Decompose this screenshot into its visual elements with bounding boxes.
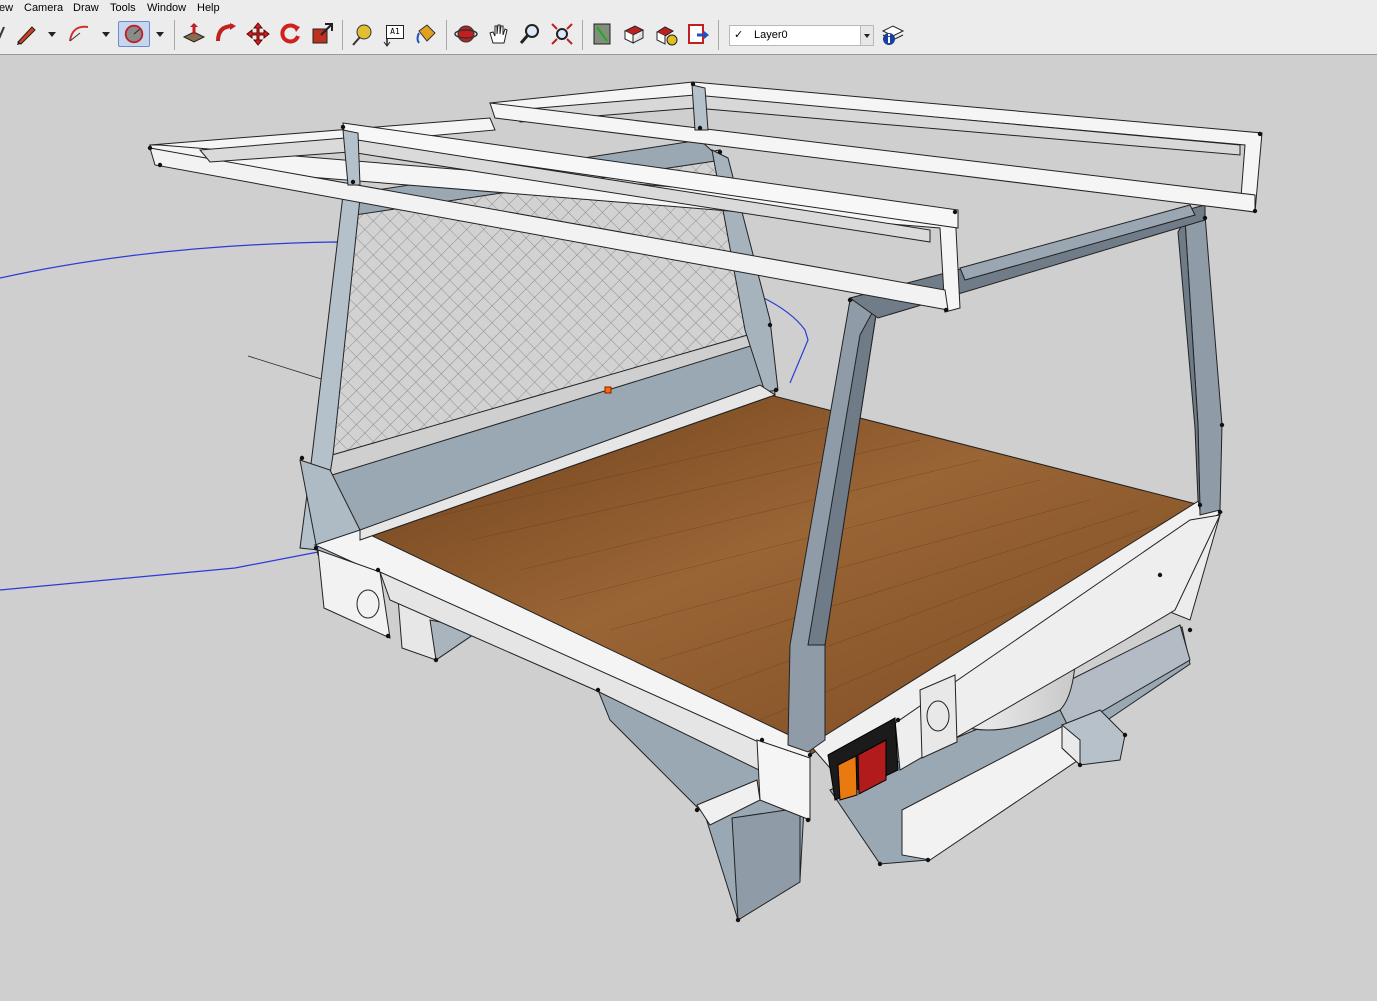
chevron-down-icon[interactable]: [101, 28, 111, 40]
rotate-tool-icon[interactable]: [277, 21, 303, 47]
chevron-down-icon[interactable]: [860, 26, 873, 45]
inference-point: [604, 386, 612, 394]
mudflap-side: [731, 807, 801, 921]
menu-view[interactable]: ew: [0, 0, 13, 16]
toolbar-separator: [446, 20, 447, 50]
menu-bar: ew Camera Draw Tools Window Help: [0, 0, 1377, 16]
rear-crossbar-top: [959, 204, 1196, 281]
move-tool-icon[interactable]: [245, 21, 271, 47]
share-model-icon[interactable]: [621, 21, 647, 47]
zoom-tool-icon[interactable]: [517, 21, 543, 47]
push-pull-tool-icon[interactable]: [181, 21, 207, 47]
zoom-extents-tool-icon[interactable]: [549, 21, 575, 47]
menu-window[interactable]: Window: [147, 0, 186, 16]
scale-tool-icon[interactable]: [309, 21, 335, 47]
model-viewport[interactable]: [0, 55, 1377, 1001]
layer-dropdown[interactable]: ✓ Layer0: [729, 25, 874, 46]
current-layer-name: Layer0: [754, 29, 788, 41]
pencil-tool-icon[interactable]: [12, 21, 38, 47]
components-icon[interactable]: [653, 21, 679, 47]
chevron-down-icon[interactable]: [47, 28, 57, 40]
layer-visible-check: ✓: [734, 29, 744, 41]
export-icon[interactable]: [685, 21, 711, 47]
toolbar-separator: [582, 20, 583, 50]
menu-camera[interactable]: Camera: [24, 0, 63, 16]
paint-bucket-tool-icon[interactable]: [413, 21, 439, 47]
menu-tools[interactable]: Tools: [110, 0, 136, 16]
menu-help[interactable]: Help: [197, 0, 220, 16]
follow-me-tool-icon[interactable]: [213, 21, 239, 47]
edge-tool-icon[interactable]: [0, 21, 12, 47]
main-toolbar: A1 ✓ Layer0: [0, 16, 1377, 55]
chevron-down-icon[interactable]: [155, 28, 165, 40]
text-tool-icon[interactable]: A1: [381, 21, 407, 47]
roof-rack-post: [691, 84, 709, 131]
circle-tool-icon[interactable]: [118, 21, 150, 47]
blue-axis-guide: [0, 551, 319, 591]
orbit-tool-icon[interactable]: [453, 21, 479, 47]
arc-tool-icon[interactable]: [66, 21, 92, 47]
get-models-icon[interactable]: [589, 21, 615, 47]
pan-tool-icon[interactable]: [485, 21, 511, 47]
toolbar-separator: [174, 20, 175, 50]
layer-manager-icon[interactable]: [879, 21, 905, 47]
menu-draw[interactable]: Draw: [73, 0, 99, 16]
toolbar-separator: [718, 20, 719, 50]
tape-measure-tool-icon[interactable]: [349, 21, 375, 47]
toolbar-separator: [342, 20, 343, 50]
